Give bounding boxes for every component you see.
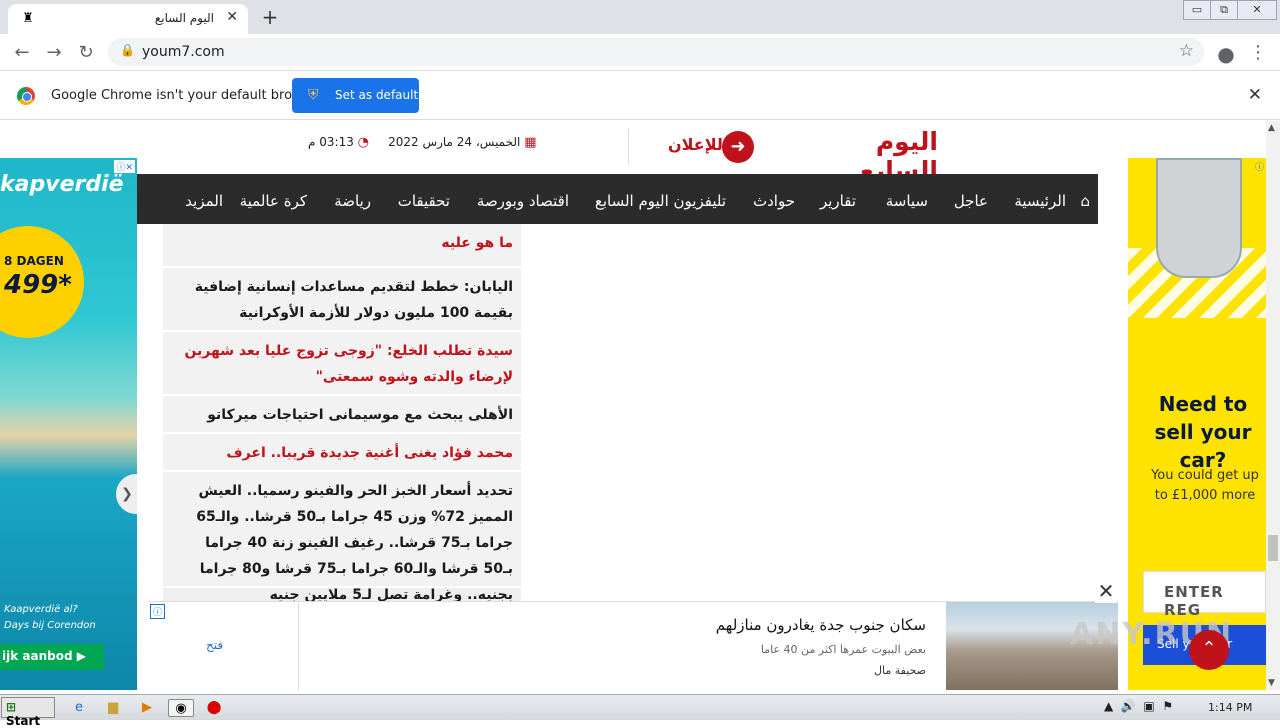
nav-item-home[interactable]: الرئيسية (1014, 192, 1066, 210)
nav-item-economy[interactable]: اقتصاد وبورصة (477, 192, 569, 210)
set-as-default-button[interactable]: ⛨ Set as default (292, 78, 419, 113)
home-icon[interactable]: ⌂ (1080, 192, 1090, 210)
forward-icon[interactable]: → (42, 42, 66, 63)
left-ad-question: Kaapverdië al? (4, 604, 78, 615)
url-text: youm7.com (142, 44, 225, 60)
taskbar-clock[interactable]: 1:14 PM (1208, 701, 1252, 714)
nav-item-accidents[interactable]: حوادث (753, 192, 795, 210)
lock-icon: 🔒 (120, 43, 135, 57)
list-item[interactable]: الأهلى يبحث مع موسيمانى احتياجات ميركاتو… (163, 396, 521, 449)
left-ad-banner[interactable]: kapverdië ⓘ✕ 8 DAGEN 499* Kaapverdië al?… (0, 158, 137, 690)
scroll-down-icon[interactable]: ▼ (1268, 678, 1275, 688)
list-item[interactable]: ما هو عليه (163, 224, 521, 268)
page-scrollbar[interactable]: ▲ ▼ (1266, 121, 1280, 690)
date-time: ▦ الخميس، 24 مارس 2022 ◔ 03:13 م (308, 135, 536, 150)
left-ad-subline: Days bij Corendon (4, 620, 96, 631)
close-tab-icon[interactable]: ✕ (226, 9, 238, 25)
calendar-icon: ▦ (524, 135, 537, 150)
nav-item-sports[interactable]: رياضة (334, 192, 371, 210)
ad-info-icon[interactable]: ⓘ (150, 604, 166, 619)
site-favicon-icon: ♜ (22, 11, 34, 26)
nav-item-investigations[interactable]: تحقيقات (398, 192, 450, 210)
folder-icon[interactable]: ▆ (104, 699, 122, 717)
time-text: 03:13 م (308, 135, 354, 149)
chrome-logo-icon (17, 87, 35, 105)
set-as-default-label: Set as default (335, 88, 419, 102)
site-logo[interactable]: اليوم السابع (808, 127, 938, 185)
car-image (1156, 158, 1242, 278)
bottom-ad-headline[interactable]: سكان جنوب جدة يغادرون منازلهم (716, 616, 926, 634)
badge-days: 8 DAGEN (4, 254, 64, 268)
tab-strip: ♜ اليوم السابع ✕ + ▭ ⧉ ✕ (0, 0, 1280, 34)
nav-item-more[interactable]: المزيد (185, 192, 223, 210)
left-ad-cta[interactable]: ijk aanbod ▶ (0, 644, 104, 670)
start-button[interactable]: ⊞ Start (1, 697, 55, 728)
start-label: Start (6, 714, 41, 728)
right-ad-banner[interactable]: ⓘ Need to sell your car? You could get u… (1128, 158, 1266, 690)
reg-input[interactable]: ENTER REG (1143, 571, 1266, 619)
nav-item-breaking[interactable]: عاجل (954, 192, 988, 210)
bottom-ad[interactable]: ⓘ فتح سكان جنوب جدة يغادرون منازلهم بعض … (148, 601, 1118, 690)
nav-item-politics[interactable]: سياسة (886, 192, 928, 210)
antivirus-icon[interactable]: ⬤ (205, 699, 223, 717)
ad-info-icon[interactable]: ⓘ✕ (114, 160, 135, 173)
media-player-icon[interactable]: ▶ (138, 699, 156, 717)
windows-taskbar: ⊞ Start e ▆ ▶ ◉ ⬤ ▲ 🔊 ▣ ⚑ 1:14 PM (0, 694, 1280, 728)
nav-item-reports[interactable]: تقارير (820, 192, 856, 210)
right-ad-headline: Need to sell your car? (1154, 392, 1252, 472)
bottom-ad-source: صحيفة مال (874, 664, 926, 677)
default-browser-infobar: Google Chrome isn't your default browser… (0, 72, 1280, 120)
bottom-ad-sub: بعض البيوت عمرها اكثر من 40 عاما (760, 643, 926, 656)
back-icon[interactable]: ← (10, 42, 34, 63)
infobar-message: Google Chrome isn't your default browser (51, 88, 323, 103)
badge-price: 499* (4, 270, 72, 300)
nav-item-world-football[interactable]: كرة عالمية (240, 192, 307, 210)
bookmark-star-icon[interactable]: ☆ (1179, 41, 1194, 61)
web-page: اليوم السابع ➜ للإعلان ▦ الخميس، 24 مارس… (0, 121, 1266, 690)
shield-icon: ⛨ (308, 87, 319, 103)
right-ad-sub: You could get up to £1,000 more (1151, 468, 1259, 503)
minimize-button[interactable]: ▭ (1183, 0, 1211, 20)
profile-icon[interactable]: ● (1214, 42, 1238, 66)
address-bar[interactable]: 🔒 youm7.com ☆ (108, 38, 1204, 66)
ads-arrow-icon[interactable]: ➜ (722, 131, 754, 163)
ie-icon[interactable]: e (70, 699, 88, 717)
scrollbar-thumb[interactable] (1268, 535, 1278, 561)
ad-info-icon[interactable]: ⓘ (1255, 160, 1264, 173)
left-ad-brand: kapverdië (0, 172, 124, 197)
windows-logo-icon: ⊞ (6, 700, 17, 714)
scroll-up-icon[interactable]: ▲ (1268, 123, 1275, 133)
new-tab-button[interactable]: + (260, 5, 280, 29)
list-item[interactable]: اليابان: خطط لتقديم مساعدات إنسانية إضاف… (163, 268, 521, 332)
clock-icon: ◔ (357, 135, 370, 150)
system-tray-icons[interactable]: ▲ 🔊 ▣ ⚑ (1104, 699, 1173, 713)
tab-title: اليوم السابع (154, 11, 214, 25)
nav-item-tv[interactable]: تليفزيون اليوم السابع (595, 192, 726, 210)
price-badge: 8 DAGEN 499* (0, 226, 84, 338)
close-window-button[interactable]: ✕ (1237, 0, 1277, 20)
menu-kebab-icon[interactable]: ⋮ (1246, 42, 1270, 63)
header-divider (628, 129, 629, 165)
list-item[interactable]: محمد فؤاد يغنى أغنية جديدة قريبا.. اعرف … (163, 434, 521, 487)
restore-button[interactable]: ⧉ (1210, 0, 1238, 20)
ad-divider (298, 602, 299, 690)
date-text: الخميس، 24 مارس 2022 (388, 135, 521, 149)
browser-toolbar: ← → ↻ 🔒 youm7.com ☆ ● ⋮ (0, 34, 1280, 71)
main-navbar: ⌂ الرئيسية عاجل سياسة تقارير حوادث تليفز… (137, 174, 1098, 224)
reload-icon[interactable]: ↻ (74, 42, 98, 63)
close-infobar-icon[interactable]: ✕ (1248, 85, 1262, 105)
close-ad-icon[interactable]: ✕ (1095, 581, 1117, 603)
list-item[interactable]: تحديد أسعار الخبز الحر والفينو رسميا.. ا… (163, 472, 521, 603)
ads-link[interactable]: للإعلان (668, 135, 723, 154)
open-ad-link[interactable]: فتح (206, 638, 223, 652)
scroll-to-top-button[interactable]: ⌃ (1189, 630, 1229, 670)
chrome-taskbar-icon[interactable]: ◉ (168, 699, 194, 717)
browser-tab[interactable]: ♜ اليوم السابع ✕ (8, 4, 248, 34)
list-item[interactable]: سيدة تطلب الخلع: "زوجى تزوج عليا بعد شهر… (163, 332, 521, 396)
chevron-right-icon[interactable]: ❯ (116, 474, 137, 514)
